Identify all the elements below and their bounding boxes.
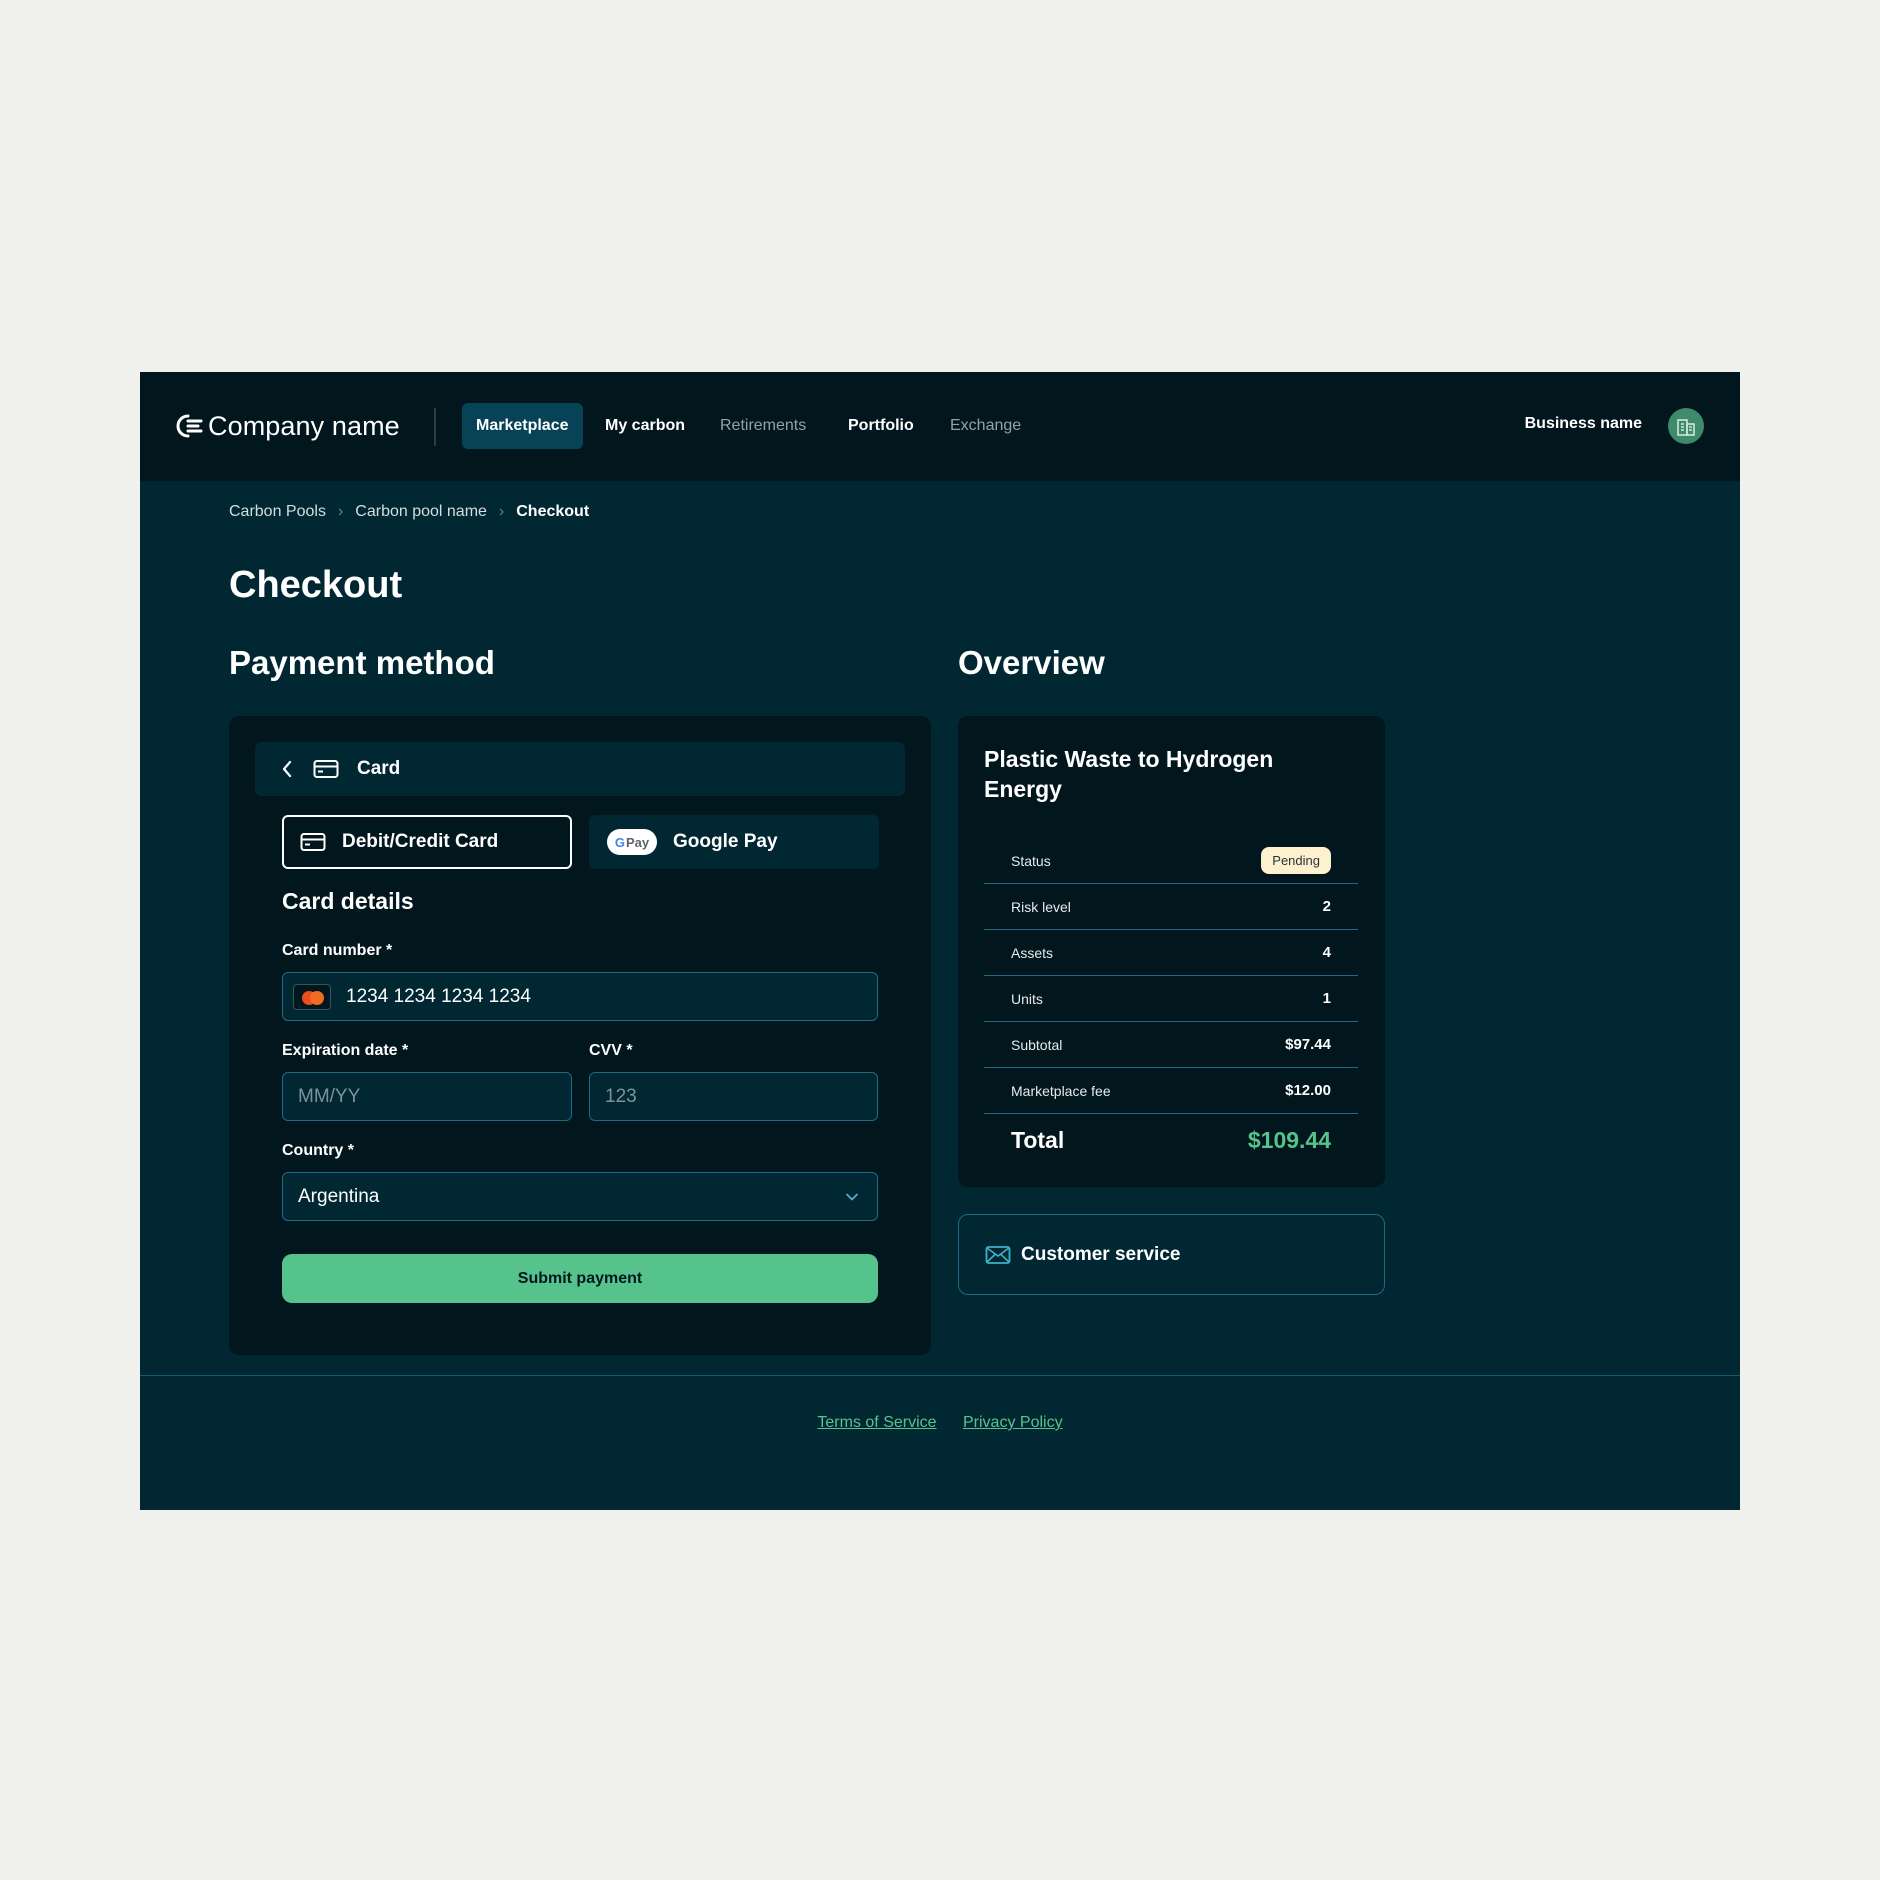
terms-of-service-link[interactable]: Terms of Service bbox=[817, 1414, 936, 1431]
total-value: $109.44 bbox=[1247, 1126, 1331, 1153]
overview-title: Overview bbox=[958, 644, 1105, 681]
cvv-field[interactable]: 123 bbox=[589, 1072, 878, 1121]
logo-divider bbox=[434, 408, 436, 446]
breadcrumb-item[interactable]: Carbon pool name bbox=[355, 503, 487, 521]
row-value: 1 bbox=[1322, 990, 1331, 1007]
nav-item-exchange[interactable]: Exchange bbox=[936, 403, 1035, 449]
mail-icon bbox=[985, 1245, 1011, 1264]
company-logo-icon bbox=[176, 414, 203, 438]
company-name: Company name bbox=[208, 410, 400, 441]
privacy-policy-link[interactable]: Privacy Policy bbox=[963, 1414, 1063, 1431]
method-label: Google Pay bbox=[673, 831, 778, 852]
country-label: Country * bbox=[282, 1142, 354, 1159]
country-select[interactable]: Argentina bbox=[282, 1172, 878, 1221]
nav-item-portfolio[interactable]: Portfolio bbox=[834, 403, 928, 449]
credit-card-icon bbox=[313, 760, 339, 778]
footer-links: Terms of Service Privacy Policy bbox=[140, 1414, 1740, 1432]
row-label: Risk level bbox=[1011, 898, 1071, 915]
chevron-down-icon bbox=[846, 1193, 858, 1201]
footer-divider bbox=[140, 1375, 1740, 1376]
overview-row-status: Status Pending bbox=[984, 838, 1358, 884]
mastercard-icon bbox=[293, 983, 331, 1010]
overview-row-subtotal: Subtotal $97.44 bbox=[984, 1022, 1358, 1068]
google-pay-option[interactable]: G Pay Google Pay bbox=[589, 815, 879, 869]
row-value: $12.00 bbox=[1285, 1082, 1331, 1099]
company-logo[interactable]: Company name bbox=[174, 408, 400, 444]
method-label: Debit/Credit Card bbox=[342, 831, 499, 852]
credit-card-icon bbox=[300, 833, 326, 851]
business-name[interactable]: Business name bbox=[1525, 415, 1642, 433]
breadcrumb-current: Checkout bbox=[516, 503, 590, 520]
row-label: Status bbox=[1011, 852, 1051, 869]
submit-payment-button[interactable]: Submit payment bbox=[282, 1254, 878, 1303]
cvv-label: CVV * bbox=[589, 1042, 633, 1059]
overview-row-marketplace-fee: Marketplace fee $12.00 bbox=[984, 1068, 1358, 1114]
row-label: Marketplace fee bbox=[1011, 1082, 1111, 1099]
overview-row-assets: Assets 4 bbox=[984, 930, 1358, 976]
customer-service-label: Customer service bbox=[1021, 1243, 1181, 1265]
overview-total: Total $109.44 bbox=[984, 1114, 1358, 1166]
breadcrumb-item[interactable]: Carbon Pools bbox=[229, 503, 326, 521]
card-number-label: Card number * bbox=[282, 942, 393, 959]
customer-service-button[interactable]: Customer service bbox=[958, 1214, 1385, 1295]
row-label: Units bbox=[1011, 990, 1043, 1007]
status-badge: Pending bbox=[1261, 847, 1331, 874]
gpay-badge-text: Pay bbox=[625, 834, 650, 850]
card-number-field[interactable]: 1234 1234 1234 1234 bbox=[282, 972, 878, 1021]
nav-item-my-carbon[interactable]: My carbon bbox=[591, 403, 699, 449]
overview-row-risk-level: Risk level 2 bbox=[984, 884, 1358, 930]
card-details-title: Card details bbox=[282, 888, 414, 914]
nav-item-retirements[interactable]: Retirements bbox=[706, 403, 820, 449]
overview-panel: Plastic Waste to Hydrogen Energy Status … bbox=[958, 716, 1385, 1187]
expiration-placeholder: MM/YY bbox=[298, 1085, 361, 1107]
row-label: Subtotal bbox=[1011, 1036, 1063, 1053]
top-navigation: Company name Marketplace My carbon Retir… bbox=[140, 372, 1740, 481]
google-pay-icon: G Pay bbox=[607, 829, 657, 855]
nav-item-marketplace[interactable]: Marketplace bbox=[462, 403, 583, 449]
page-title: Checkout bbox=[229, 564, 403, 606]
debit-credit-card-option[interactable]: Debit/Credit Card bbox=[282, 815, 572, 869]
overview-rows: Status Pending Risk level 2 Assets 4 Uni… bbox=[984, 838, 1358, 1166]
payment-panel: Card Debit/Credit Card G Pay Google Pay C… bbox=[229, 716, 931, 1355]
chevron-right-icon: › bbox=[498, 503, 505, 520]
total-label: Total bbox=[1011, 1126, 1065, 1153]
payment-method-title: Payment method bbox=[229, 644, 495, 681]
overview-row-units: Units 1 bbox=[984, 976, 1358, 1022]
chevron-left-icon[interactable] bbox=[279, 759, 295, 779]
project-title: Plastic Waste to Hydrogen Energy bbox=[984, 746, 1274, 802]
cvv-placeholder: 123 bbox=[605, 1085, 637, 1107]
business-avatar[interactable] bbox=[1668, 408, 1704, 444]
row-value: 2 bbox=[1322, 898, 1331, 915]
expiration-date-label: Expiration date * bbox=[282, 1042, 409, 1059]
building-icon bbox=[1677, 419, 1695, 436]
breadcrumb: Carbon Pools › Carbon pool name › Checko… bbox=[229, 503, 589, 521]
country-value: Argentina bbox=[298, 1185, 380, 1207]
expiration-date-field[interactable]: MM/YY bbox=[282, 1072, 572, 1121]
card-number-value: 1234 1234 1234 1234 bbox=[346, 985, 531, 1007]
chevron-right-icon: › bbox=[337, 503, 344, 520]
row-label: Assets bbox=[1011, 944, 1054, 961]
payment-header-label: Card bbox=[357, 758, 401, 779]
row-value: 4 bbox=[1322, 944, 1331, 961]
payment-header: Card bbox=[255, 742, 905, 796]
row-value: $97.44 bbox=[1285, 1036, 1331, 1053]
app-window: Company name Marketplace My carbon Retir… bbox=[140, 372, 1740, 1510]
